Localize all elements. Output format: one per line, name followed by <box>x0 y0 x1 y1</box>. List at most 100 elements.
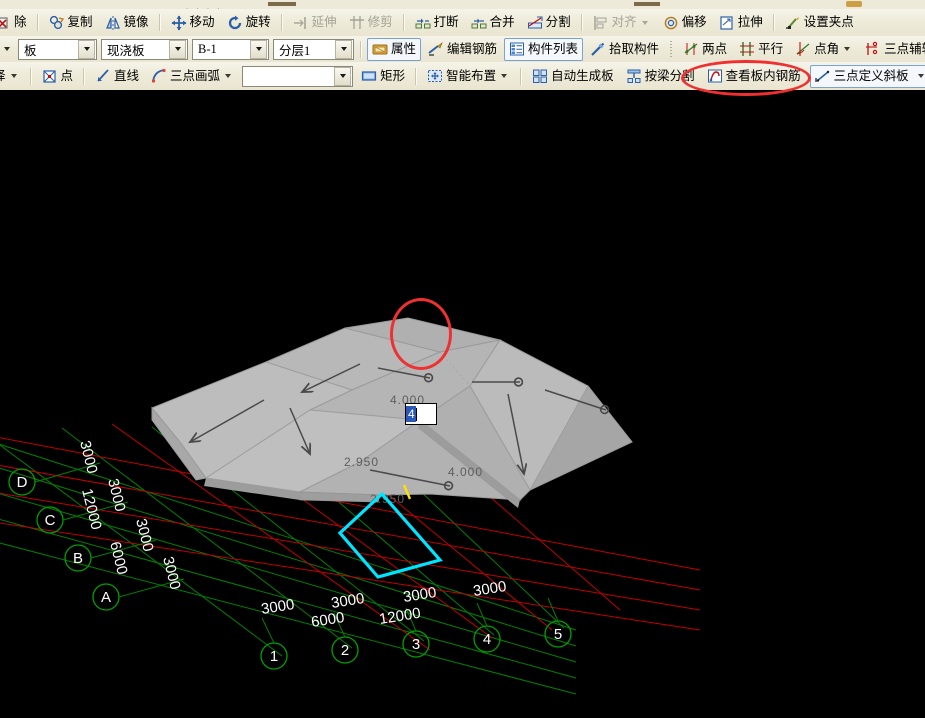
rotate-button[interactable]: 旋转 <box>222 11 276 34</box>
chevron-down-icon[interactable] <box>641 20 648 25</box>
three-point-arc-label: 三点画弧 <box>170 68 221 83</box>
extend-icon <box>293 15 309 31</box>
chevron-down-icon[interactable] <box>917 74 924 78</box>
move-label: 移动 <box>189 15 215 29</box>
member-toolbar: 板 现浇板 B-1 分层1 属性 编辑钢筋 构件列表 拾取构件 两点 平行 点角… <box>0 36 925 63</box>
dim-bottom-3: 3000 <box>402 584 438 606</box>
edit-rebar-icon <box>428 41 444 57</box>
view-slab-rebar-button[interactable]: 查看板内钢筋 <box>702 65 806 88</box>
smart-layout-button[interactable]: 智能布置 <box>422 65 515 88</box>
delete-label: 除 <box>14 15 27 29</box>
layer-combo[interactable]: 分层1 <box>273 38 354 60</box>
chevron-down-icon[interactable] <box>78 39 95 59</box>
properties-button[interactable]: 属性 <box>367 37 422 61</box>
chevron-down-icon[interactable] <box>335 39 352 59</box>
model-3d-scene: D C B A 1 2 3 4 5 3000 3000 3000 3000 12… <box>0 317 701 695</box>
view-rebar-icon <box>707 68 723 84</box>
rectangle-button[interactable]: 矩形 <box>356 65 410 88</box>
offset-button[interactable]: 偏移 <box>658 11 712 34</box>
offset-icon <box>663 15 679 31</box>
drawing-toolbar: 择 点 直线 三点画弧 <box>0 62 925 91</box>
stretch-icon <box>719 15 735 31</box>
application-window: . . . . 除 复制 镜像 移动 旋转 延伸 修剪 打断 合并 分割 对齐 … <box>0 0 925 718</box>
trim-icon <box>349 15 365 31</box>
toolbar-separator <box>415 67 418 85</box>
copy-button[interactable]: 复制 <box>44 11 98 34</box>
toolbar-separator <box>29 67 32 85</box>
stretch-button[interactable]: 拉伸 <box>714 11 768 34</box>
toolbar-separator <box>83 67 86 85</box>
chevron-down-icon[interactable] <box>225 74 232 78</box>
move-button[interactable]: 移动 <box>166 11 220 34</box>
member-list-label: 构件列表 <box>528 41 579 56</box>
category-combo-value: 板 <box>24 43 37 58</box>
axis-label-1: 1 <box>270 648 278 665</box>
chevron-down-icon[interactable] <box>334 66 352 86</box>
point-angle-axis-button[interactable]: 点角 <box>790 38 858 61</box>
line-button[interactable]: 直线 <box>90 65 144 88</box>
sloped-slab-geometry[interactable] <box>151 317 633 508</box>
dim-bottom-2: 3000 <box>330 590 366 612</box>
merge-button[interactable]: 合并 <box>466 11 520 34</box>
parallel-axis-button[interactable]: 平行 <box>734 38 788 61</box>
elevation-value-input[interactable]: 4 <box>405 403 437 425</box>
dim-left-inner-6000: 6000 <box>106 540 131 576</box>
toolbar-separator <box>402 14 405 31</box>
chevron-down-icon[interactable] <box>501 74 508 78</box>
parallel-icon <box>739 41 755 57</box>
toolbar-separator <box>520 67 523 85</box>
split-button[interactable]: 分割 <box>522 11 576 34</box>
text-cursor <box>415 407 417 421</box>
select-label: 择 <box>0 66 6 87</box>
shape-combo[interactable] <box>242 65 354 87</box>
arc-icon <box>151 68 167 84</box>
dimension-labels-bottom: 3000 3000 3000 3000 6000 12000 <box>260 578 508 631</box>
elevation-label-mid-left: 2.950 <box>344 455 379 469</box>
axis-label-c: C <box>45 512 56 529</box>
overflow-arrow-left[interactable] <box>0 40 14 59</box>
point-angle-axis-label: 点角 <box>814 41 840 56</box>
chevron-down-icon[interactable] <box>250 39 267 59</box>
elevation-label-mid-right: 4.000 <box>448 465 483 479</box>
copy-label: 复制 <box>67 15 93 29</box>
axis-label-b: B <box>73 550 83 567</box>
edit-rebar-button[interactable]: 编辑钢筋 <box>423 38 502 61</box>
axis-label-a: A <box>101 589 111 606</box>
split-by-beam-label: 按梁分割 <box>644 68 695 83</box>
chevron-down-icon[interactable] <box>844 47 851 51</box>
category-combo[interactable]: 板 <box>18 38 97 60</box>
pick-member-button[interactable]: 拾取构件 <box>585 38 664 61</box>
select-button[interactable]: 择 <box>0 65 25 88</box>
break-button[interactable]: 打断 <box>410 11 464 34</box>
slab-type-combo[interactable]: 现浇板 <box>101 38 188 60</box>
toolbar-separator <box>280 14 283 31</box>
toolbar-separator <box>360 40 362 58</box>
axis-label-2: 2 <box>341 642 349 659</box>
offset-label: 偏移 <box>681 15 707 29</box>
auto-generate-slab-button[interactable]: 自动生成板 <box>527 65 619 88</box>
three-point-define-sloped-slab-button[interactable]: 三点定义斜板 <box>809 64 925 88</box>
model-3d-viewport[interactable]: D C B A 1 2 3 4 5 3000 3000 3000 3000 12… <box>0 90 925 718</box>
split-by-beam-button[interactable]: 按梁分割 <box>621 65 700 88</box>
member-name-combo[interactable]: B-1 <box>192 38 269 60</box>
three-point-aux-axis-button[interactable]: 三点辅轴 <box>860 38 925 61</box>
chevron-down-icon[interactable] <box>169 39 186 59</box>
member-list-icon <box>509 41 525 57</box>
three-point-arc-button[interactable]: 三点画弧 <box>146 65 239 88</box>
point-button[interactable]: 点 <box>37 65 79 88</box>
dim-left-inner-12000: 12000 <box>78 487 105 532</box>
two-point-axis-label: 两点 <box>702 41 728 56</box>
break-label: 打断 <box>433 15 459 29</box>
selected-slab-outline[interactable] <box>337 491 443 579</box>
view-slab-rebar-label: 查看板内钢筋 <box>725 68 801 83</box>
mirror-button[interactable]: 镜像 <box>100 11 154 34</box>
align-label: 对齐 <box>611 15 637 29</box>
chevron-down-icon[interactable] <box>10 74 17 78</box>
auto-generate-slab-label: 自动生成板 <box>551 68 614 83</box>
set-grip-point-button[interactable]: 设置夹点 <box>780 11 859 34</box>
delete-button[interactable]: 除 <box>0 11 32 34</box>
split-beam-icon <box>626 68 642 84</box>
member-list-button[interactable]: 构件列表 <box>504 37 584 61</box>
toolbar-fragment-2 <box>634 2 660 6</box>
two-point-axis-button[interactable]: 两点 <box>678 38 732 61</box>
